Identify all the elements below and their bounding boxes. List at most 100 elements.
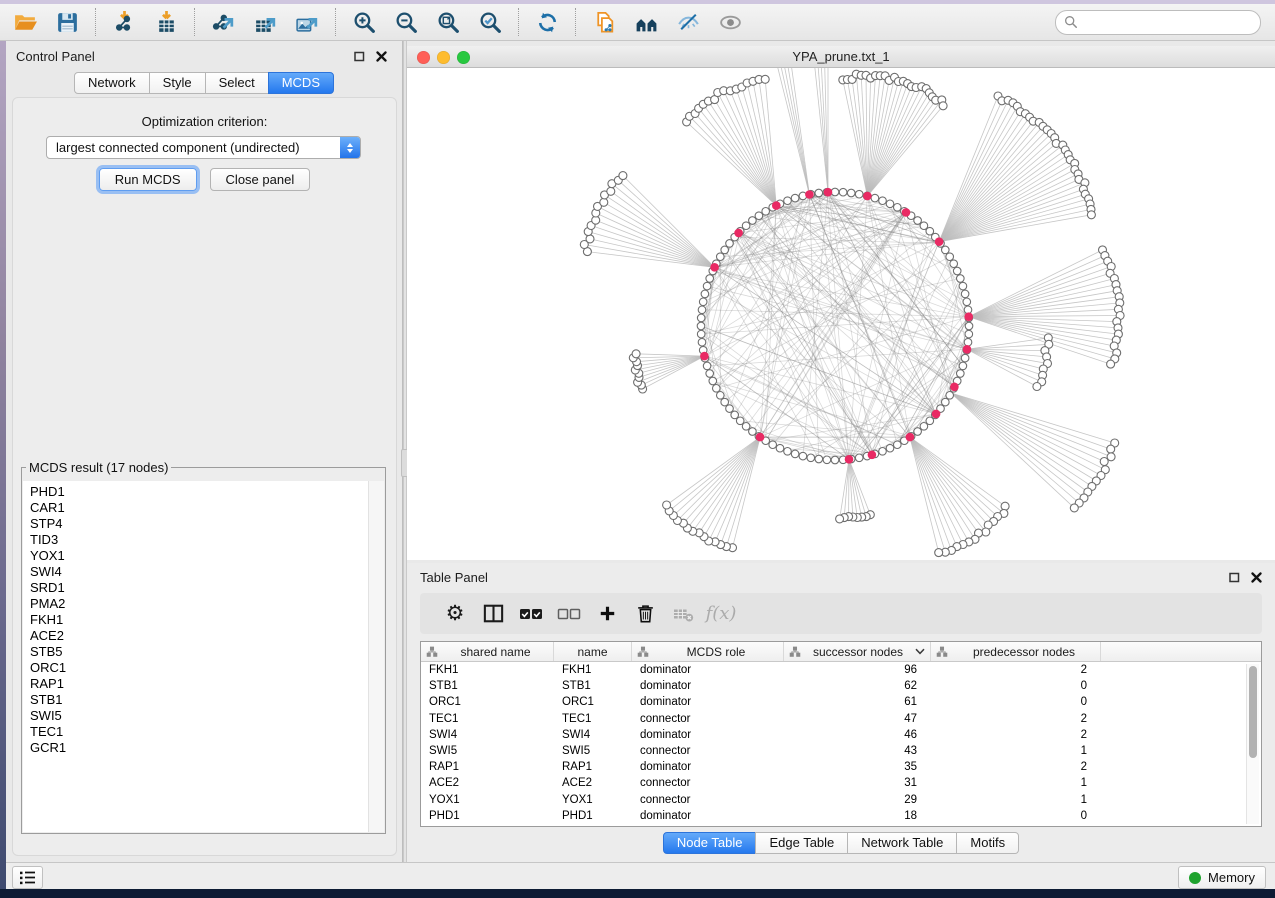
tab-motifs[interactable]: Motifs — [956, 832, 1019, 854]
mcds-result-item[interactable]: STB5 — [23, 644, 369, 660]
network-node[interactable] — [950, 260, 958, 268]
cell-name[interactable]: FKH1 — [554, 664, 632, 676]
network-node[interactable] — [784, 448, 792, 456]
select-all-button[interactable] — [512, 600, 550, 628]
network-node[interactable] — [961, 290, 969, 298]
network-node[interactable] — [717, 392, 725, 400]
delete-column-button[interactable] — [626, 600, 664, 628]
mcds-result-item[interactable]: YOX1 — [23, 548, 369, 564]
network-leaf-node[interactable] — [586, 235, 594, 243]
network-leaf-node[interactable] — [1107, 360, 1115, 368]
network-leaf-node[interactable] — [1001, 502, 1009, 510]
cell-name[interactable]: ACE2 — [554, 777, 632, 789]
mcds-list-scrollbar[interactable] — [368, 481, 384, 832]
cell-name[interactable]: PHD1 — [554, 810, 632, 822]
table-row[interactable]: STB1STB1dominator620 — [421, 678, 1261, 694]
hide-selected-button[interactable] — [667, 7, 709, 37]
column-header-MCDS-role[interactable]: MCDS role — [632, 642, 784, 661]
search-input[interactable] — [1084, 14, 1252, 30]
network-leaf-node[interactable] — [1100, 458, 1108, 466]
cell-predecessor_nodes[interactable]: 2 — [931, 729, 1101, 741]
cell-successor_nodes[interactable]: 96 — [784, 664, 931, 676]
cell-name[interactable]: ORC1 — [554, 696, 632, 708]
network-node[interactable] — [831, 188, 839, 196]
table-settings-button[interactable]: ⚙ — [436, 600, 474, 628]
network-node[interactable] — [703, 362, 711, 370]
export-table-button[interactable] — [244, 7, 286, 37]
cell-predecessor_nodes[interactable]: 1 — [931, 745, 1101, 757]
cell-shared_name[interactable]: TEC1 — [421, 713, 554, 725]
cell-shared_name[interactable]: FKH1 — [421, 664, 554, 676]
network-node[interactable] — [965, 330, 973, 338]
network-leaf-node[interactable] — [836, 515, 844, 523]
float-panel-icon[interactable] — [353, 50, 366, 63]
network-node[interactable] — [721, 246, 729, 254]
cell-successor_nodes[interactable]: 18 — [784, 810, 931, 822]
tab-edge-table[interactable]: Edge Table — [755, 832, 848, 854]
table-row[interactable]: TEC1TEC1connector472 — [421, 711, 1261, 727]
mcds-result-item[interactable]: PHD1 — [23, 481, 369, 500]
network-node[interactable] — [953, 267, 961, 275]
mcds-hub-node[interactable] — [805, 190, 814, 199]
mcds-result-item[interactable]: SRD1 — [23, 580, 369, 596]
mcds-hub-node[interactable] — [868, 451, 877, 460]
cell-name[interactable]: SWI4 — [554, 729, 632, 741]
import-table-from-file-button[interactable] — [145, 7, 187, 37]
column-header-name[interactable]: name — [554, 642, 632, 661]
network-node[interactable] — [894, 441, 902, 449]
network-node[interactable] — [731, 411, 739, 419]
network-node[interactable] — [839, 188, 847, 196]
network-leaf-node[interactable] — [607, 187, 615, 195]
cell-predecessor_nodes[interactable]: 0 — [931, 810, 1101, 822]
network-node[interactable] — [957, 275, 965, 283]
zoom-out-button[interactable] — [385, 7, 427, 37]
network-window-titlebar[interactable]: YPA_prune.txt_1 — [407, 46, 1275, 68]
network-node[interactable] — [815, 189, 823, 197]
network-node[interactable] — [879, 197, 887, 205]
network-leaf-node[interactable] — [1033, 383, 1041, 391]
mcds-result-item[interactable]: TEC1 — [23, 724, 369, 740]
cell-successor_nodes[interactable]: 43 — [784, 745, 931, 757]
network-node[interactable] — [946, 392, 954, 400]
export-image-button[interactable] — [286, 7, 328, 37]
mcds-hub-node[interactable] — [963, 345, 972, 354]
tab-mcds[interactable]: MCDS — [268, 72, 334, 94]
run-mcds-button[interactable]: Run MCDS — [99, 168, 197, 191]
column-header-shared-name[interactable]: shared name — [421, 642, 554, 661]
cell-name[interactable]: RAP1 — [554, 761, 632, 773]
network-leaf-node[interactable] — [1107, 445, 1115, 453]
cell-mcds_role[interactable]: connector — [632, 713, 784, 725]
cell-successor_nodes[interactable]: 35 — [784, 761, 931, 773]
tab-network[interactable]: Network — [74, 72, 150, 94]
network-leaf-node[interactable] — [663, 501, 671, 509]
network-node[interactable] — [879, 448, 887, 456]
refresh-network-view-button[interactable] — [526, 7, 568, 37]
network-leaf-node[interactable] — [935, 549, 943, 557]
network-node[interactable] — [791, 194, 799, 202]
cell-name[interactable]: SWI5 — [554, 745, 632, 757]
mcds-hub-node[interactable] — [932, 410, 941, 419]
mcds-result-item[interactable]: CAR1 — [23, 500, 369, 516]
network-node[interactable] — [698, 306, 706, 314]
network-node[interactable] — [791, 450, 799, 458]
cell-successor_nodes[interactable]: 46 — [784, 729, 931, 741]
network-leaf-node[interactable] — [600, 198, 608, 206]
network-node[interactable] — [942, 246, 950, 254]
network-node[interactable] — [697, 330, 705, 338]
cell-mcds_role[interactable]: dominator — [632, 729, 784, 741]
table-row[interactable]: ORC1ORC1dominator610 — [421, 694, 1261, 710]
close-panel-icon[interactable] — [375, 50, 388, 63]
network-node[interactable] — [749, 428, 757, 436]
network-node[interactable] — [957, 370, 965, 378]
network-node[interactable] — [699, 298, 707, 306]
network-node[interactable] — [815, 455, 823, 463]
cell-shared_name[interactable]: PHD1 — [421, 810, 554, 822]
search-box[interactable] — [1055, 10, 1261, 35]
cell-shared_name[interactable]: SWI5 — [421, 745, 554, 757]
network-node[interactable] — [961, 354, 969, 362]
zoom-fit-button[interactable] — [427, 7, 469, 37]
network-node[interactable] — [920, 423, 928, 431]
close-panel-button[interactable]: Close panel — [210, 168, 311, 191]
mcds-result-item[interactable]: ORC1 — [23, 660, 369, 676]
cell-shared_name[interactable]: STB1 — [421, 680, 554, 692]
